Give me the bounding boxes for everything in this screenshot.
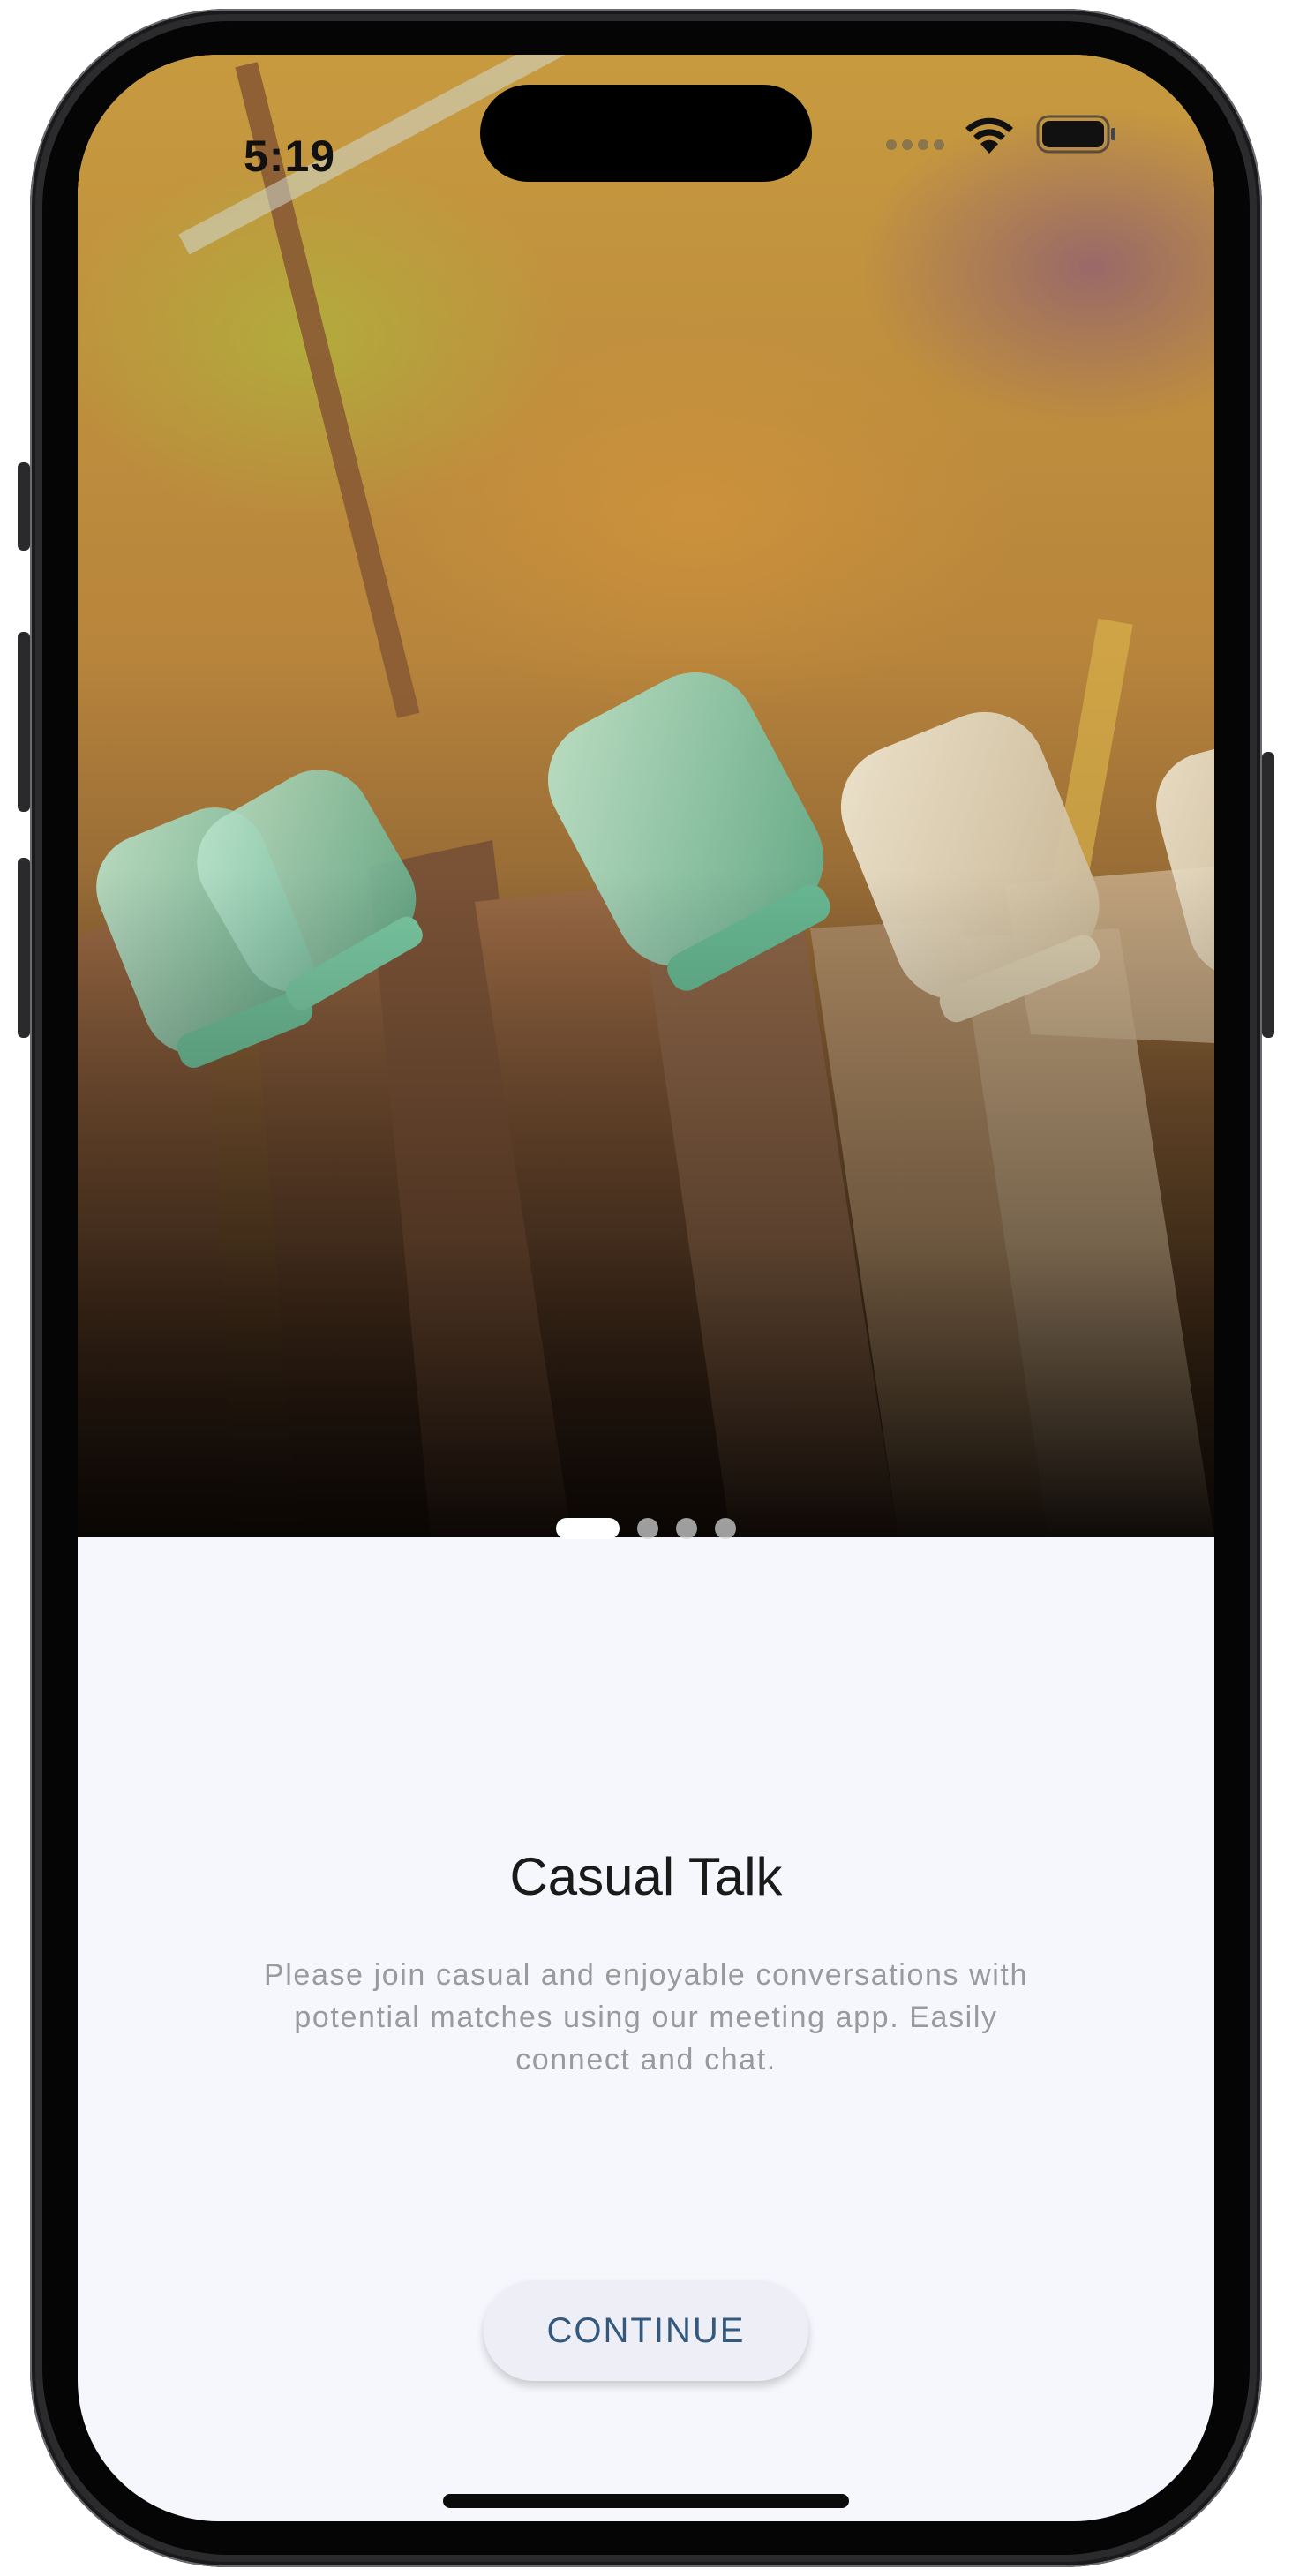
home-indicator[interactable] [443, 2494, 849, 2508]
page-dot[interactable] [715, 1518, 736, 1539]
page-indicator [78, 1517, 1214, 1540]
page-dot[interactable] [676, 1518, 697, 1539]
power-button [1262, 752, 1274, 1038]
onboarding-description: Please join casual and enjoyable convers… [264, 1958, 1028, 2077]
dynamic-island [480, 85, 812, 182]
volume-down-button [18, 858, 30, 1038]
volume-up-button [18, 632, 30, 812]
hero-photo [78, 55, 1214, 1537]
action-button [18, 462, 30, 551]
page-dot-active[interactable] [556, 1518, 620, 1539]
hero-bottom-fade [78, 55, 1214, 1537]
continue-button[interactable]: CONTINUE [484, 2280, 808, 2381]
wifi-icon [965, 117, 1013, 154]
page-dot[interactable] [637, 1518, 658, 1539]
onboarding-title: Casual Talk [509, 1847, 783, 1906]
cellular-signal-icon [886, 139, 948, 150]
battery-icon [1036, 115, 1115, 154]
app-screen: 5:19 Casual Talk Please join casual and … [78, 55, 1214, 2521]
status-time: 5:19 [244, 131, 336, 181]
